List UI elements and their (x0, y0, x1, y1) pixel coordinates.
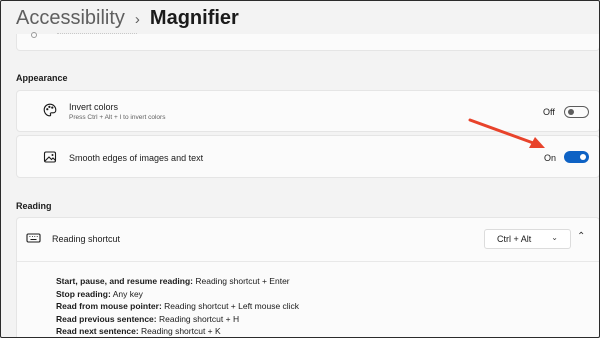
annotation-arrow-icon (468, 118, 545, 148)
